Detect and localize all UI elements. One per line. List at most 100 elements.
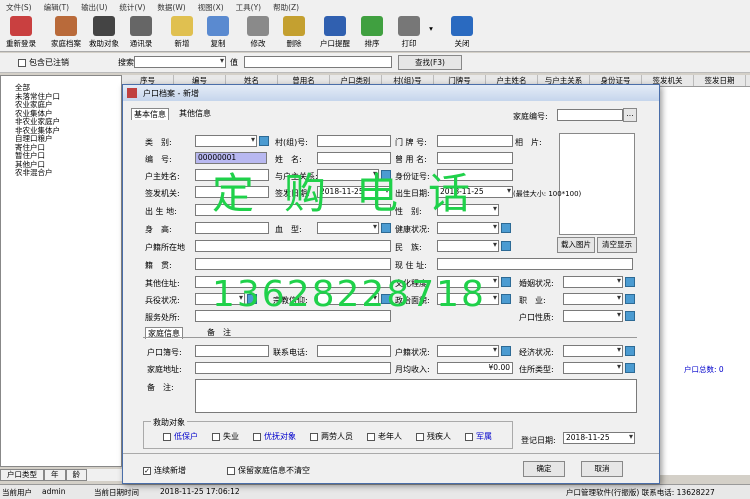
aid-option-checkbox[interactable]: 老年人 (367, 431, 402, 442)
category-picker-icon[interactable] (259, 136, 269, 146)
aid-option-label: 低保户 (174, 432, 198, 441)
aid-target-button[interactable]: 救助对象 (86, 16, 122, 49)
grid-column-header[interactable]: 签发日期 (694, 75, 746, 86)
book-no-input[interactable] (195, 345, 269, 357)
reminder-icon (324, 16, 346, 36)
blood-picker-icon[interactable] (381, 223, 391, 233)
education-picker-icon[interactable] (501, 277, 511, 287)
continue-add-checkbox[interactable]: ✓ 连续新增 (143, 465, 186, 476)
job-select[interactable] (563, 293, 623, 305)
menu-data[interactable]: 数据(W) (151, 2, 191, 13)
register-date-picker[interactable]: 2018-11-25 (563, 432, 635, 444)
native-input[interactable] (195, 258, 391, 270)
ethnic-select[interactable] (437, 240, 499, 252)
tab-basic-info[interactable]: 基本信息 (131, 108, 169, 120)
tab-hukou-type[interactable]: 户口类型 (0, 469, 44, 481)
search-field-select[interactable] (134, 56, 226, 68)
aid-option-checkbox[interactable]: 低保户 (163, 431, 198, 442)
politics-picker-icon[interactable] (501, 294, 511, 304)
housing-select[interactable] (563, 362, 623, 374)
aid-option-checkbox[interactable]: 军属 (465, 431, 492, 442)
category-select[interactable] (195, 135, 257, 147)
menu-file[interactable]: 文件(S) (0, 2, 38, 13)
hukou-status-picker-icon[interactable] (501, 346, 511, 356)
include-cancelled-checkbox[interactable]: 包含已注销 (18, 57, 69, 68)
ethnic-picker-icon[interactable] (501, 241, 511, 251)
menu-edit[interactable]: 编辑(T) (38, 2, 75, 13)
village-input[interactable] (317, 135, 391, 147)
print-button[interactable]: 打印 (396, 16, 422, 49)
blood-select[interactable] (317, 222, 379, 234)
sort-button[interactable]: 排序 (360, 16, 384, 49)
height-input[interactable] (195, 222, 269, 234)
aid-option-checkbox[interactable]: 残疾人 (416, 431, 451, 442)
job-picker-icon[interactable] (625, 294, 635, 304)
delete-icon (283, 16, 305, 36)
tree-item[interactable]: 农非混合户 (15, 168, 121, 178)
economy-select[interactable] (563, 345, 623, 357)
menu-output[interactable]: 输出(U) (75, 2, 113, 13)
family-no-label: 家庭编号: (513, 112, 548, 121)
hukou-nature-select[interactable] (563, 310, 623, 322)
menu-tools[interactable]: 工具(Y) (230, 2, 267, 13)
menu-help[interactable]: 帮助(Z) (267, 2, 305, 13)
marriage-select[interactable] (563, 276, 623, 288)
family-no-browse-button[interactable]: ... (623, 108, 637, 122)
family-no-input[interactable] (557, 109, 623, 121)
label-photo: 相 片: (515, 138, 542, 147)
health-select[interactable] (437, 222, 499, 234)
aid-option-checkbox[interactable]: 优抚对象 (253, 431, 296, 442)
registry-input[interactable] (195, 240, 391, 252)
aid-option-checkbox[interactable]: 失业 (212, 431, 239, 442)
label-register-date: 登记日期: (521, 436, 556, 445)
cancel-button[interactable]: 取消 (581, 461, 623, 477)
print-dropdown-icon[interactable]: ▾ (426, 24, 436, 33)
address-book-button[interactable]: 通讯录 (126, 16, 156, 49)
family-address-input[interactable] (195, 362, 391, 374)
label-door: 门 牌 号: (395, 138, 427, 147)
delete-button[interactable]: 删除 (280, 16, 308, 49)
filter-bar: 包含已注销 搜索 值 查找(F3) (0, 53, 750, 73)
current-addr-input[interactable] (437, 258, 633, 270)
copy-button[interactable]: 复制 (204, 16, 232, 49)
economy-picker-icon[interactable] (625, 346, 635, 356)
housing-picker-icon[interactable] (625, 363, 635, 373)
hukou-reminder-button[interactable]: 户口提醒 (316, 16, 354, 49)
menu-view[interactable]: 视图(X) (192, 2, 230, 13)
label-serial: 编 号: (145, 155, 172, 164)
phone-input[interactable] (317, 345, 391, 357)
aid-option-checkbox[interactable]: 两劳人员 (310, 431, 353, 442)
current-datetime-label: 当前日期时间 (94, 488, 139, 497)
label-military: 兵役状况: (145, 296, 180, 305)
relogin-button[interactable]: 重新登录 (4, 16, 38, 49)
copy-icon (207, 16, 229, 36)
tab-age-2[interactable]: 龄 (65, 469, 87, 481)
tab-age[interactable]: 年 (44, 469, 66, 481)
close-button[interactable]: 关闭 (448, 16, 476, 49)
family-remark-textarea[interactable] (195, 379, 637, 413)
label-birthplace: 出 生 地: (145, 207, 177, 216)
label-phone: 联系电话: (273, 348, 308, 357)
ok-button[interactable]: 确定 (523, 461, 565, 477)
tab-other-info[interactable]: 其他信息 (179, 108, 211, 119)
load-photo-button[interactable]: 载入图片 (557, 237, 595, 253)
menu-stats[interactable]: 统计(V) (113, 2, 151, 13)
add-button[interactable]: 新增 (168, 16, 196, 49)
label-householder: 户主姓名: (145, 172, 180, 181)
hukou-nature-picker-icon[interactable] (625, 311, 635, 321)
clear-photo-button[interactable]: 清空显示 (597, 237, 637, 253)
family-file-button[interactable]: 家庭档案 (48, 16, 84, 49)
find-button[interactable]: 查找(F3) (398, 55, 462, 70)
health-picker-icon[interactable] (501, 223, 511, 233)
aid-option-label: 军属 (476, 432, 492, 441)
marriage-picker-icon[interactable] (625, 277, 635, 287)
label-workplace: 服务处所: (145, 313, 180, 322)
hukou-status-select[interactable] (437, 345, 499, 357)
income-input[interactable]: ¥0.00 (437, 362, 513, 374)
edit-button[interactable]: 修改 (244, 16, 272, 49)
door-input[interactable] (437, 135, 513, 147)
aid-group-label: 救助对象 (151, 417, 187, 428)
search-value-input[interactable] (244, 56, 392, 68)
keep-family-checkbox[interactable]: 保留家庭信息不清空 (227, 465, 310, 476)
hukou-type-tree: 全部 未落常住户口 农业家庭户 农业集体户 非农业家庭户 非农业集体户 自理口粮… (0, 75, 122, 467)
